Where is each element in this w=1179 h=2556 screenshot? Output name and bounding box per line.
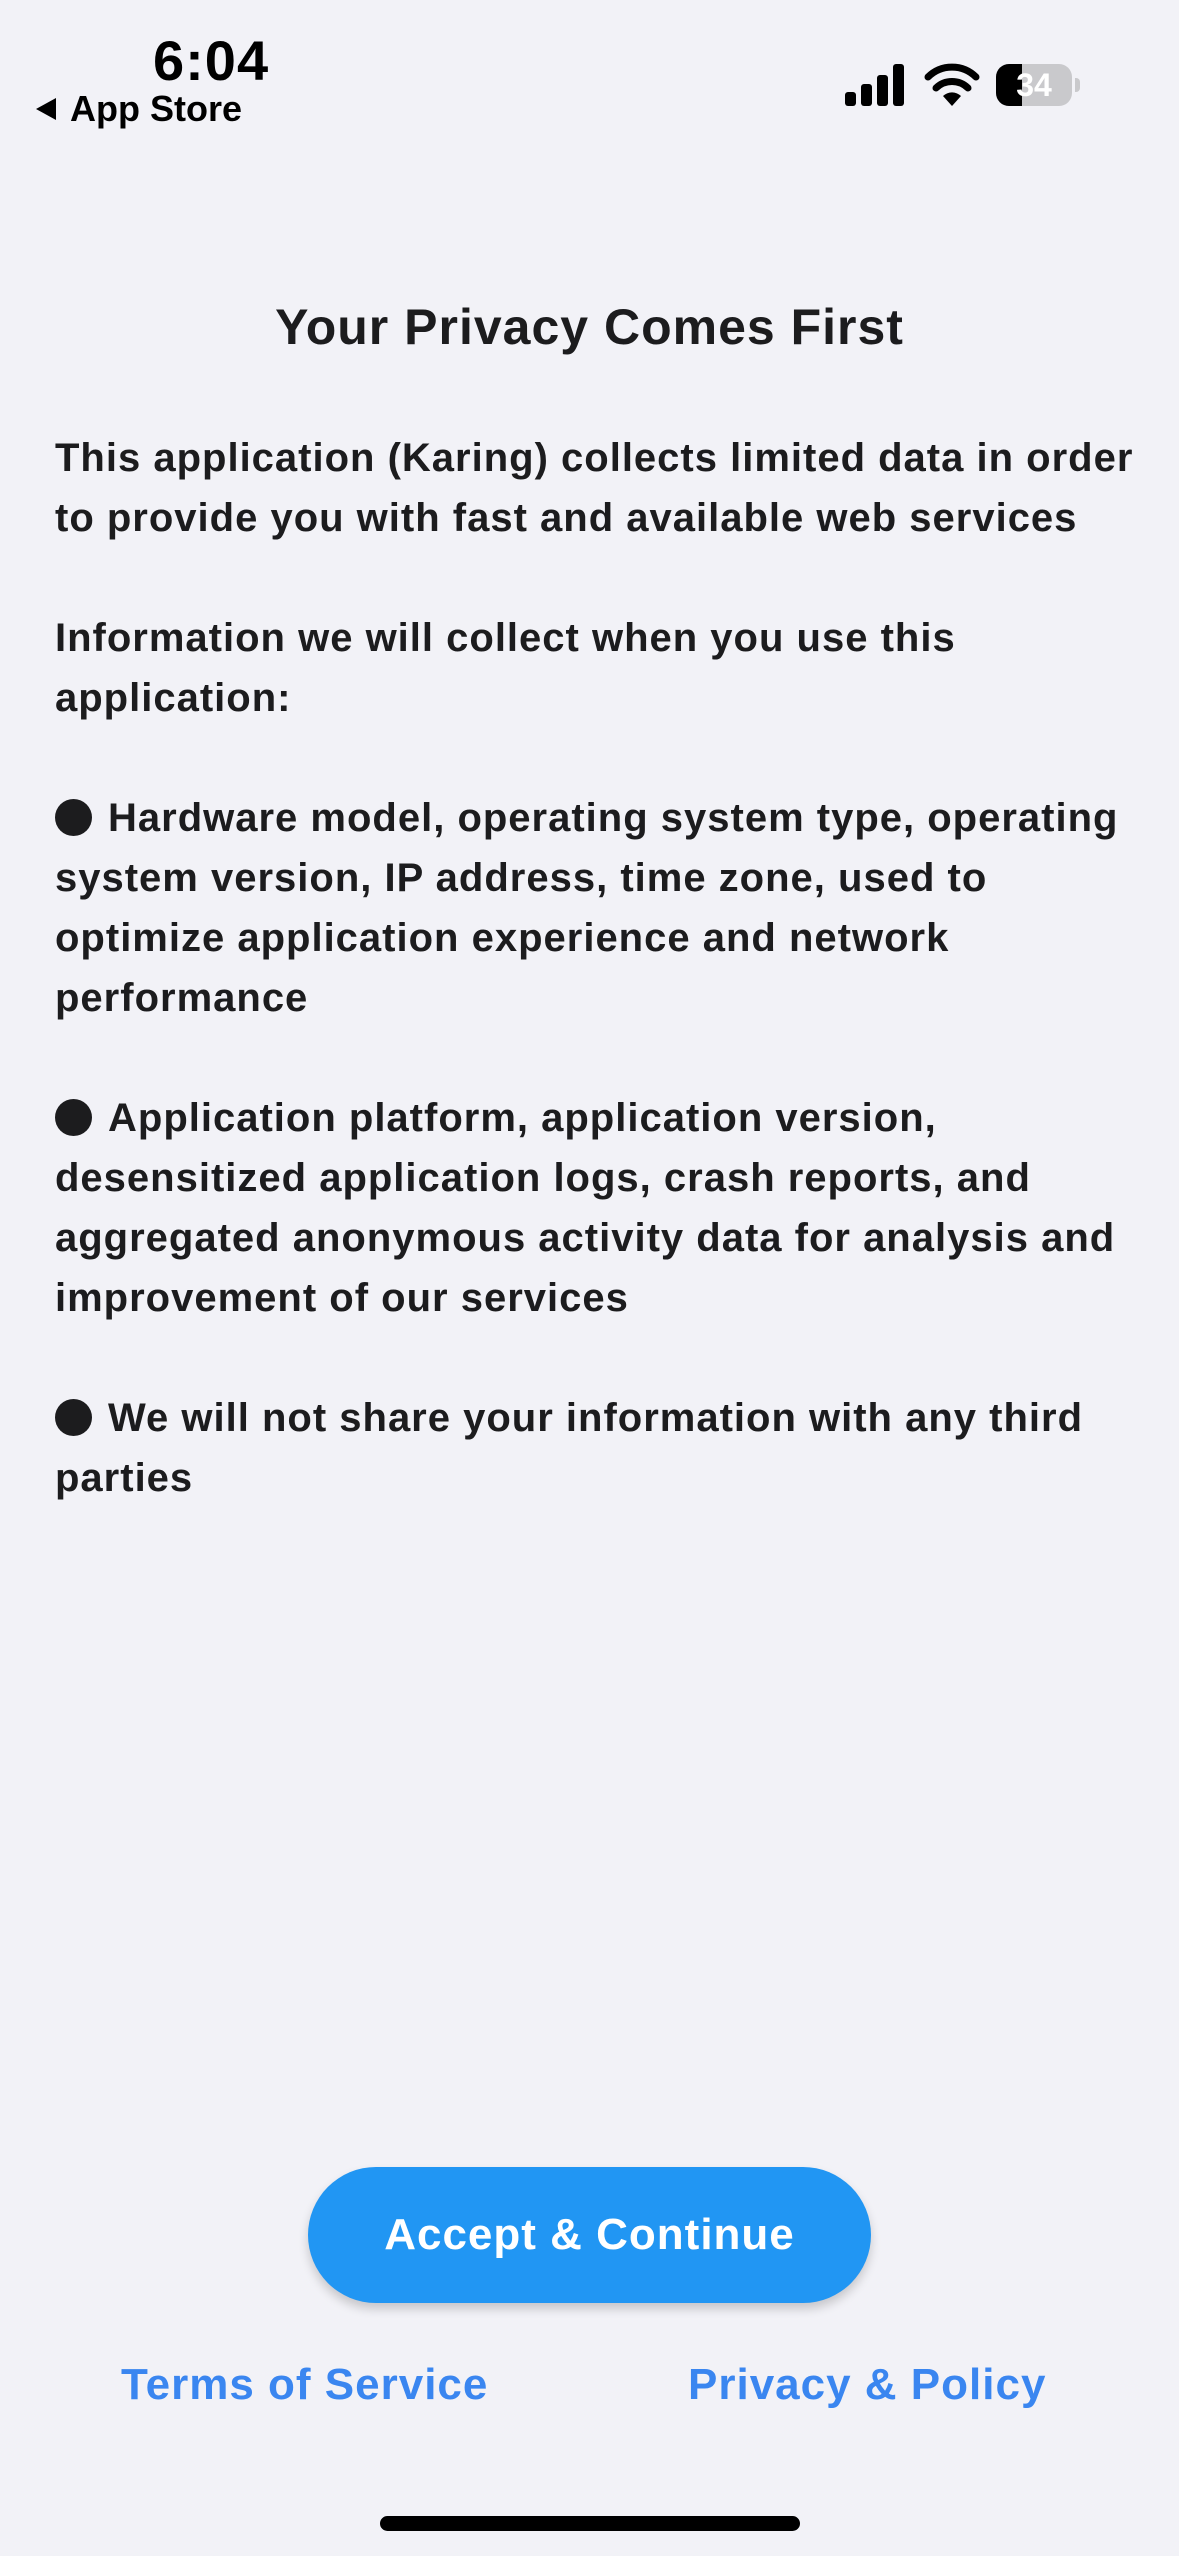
- bullet-item: We will not share your information with …: [55, 1388, 1145, 1508]
- bullet-icon: [55, 799, 92, 836]
- bullet-text: Application platform, application versio…: [55, 1096, 1116, 1320]
- back-to-app-store-link[interactable]: App Store: [36, 88, 242, 130]
- bullet-item: Hardware model, operating system type, o…: [55, 788, 1145, 1028]
- privacy-policy-link[interactable]: Privacy & Policy: [688, 2360, 1046, 2410]
- bullet-icon: [55, 1399, 92, 1436]
- page-title: Your Privacy Comes First: [275, 299, 904, 355]
- status-time: 6:04: [153, 29, 270, 92]
- bullet-icon: [55, 1099, 92, 1136]
- battery-icon: 34: [996, 64, 1080, 108]
- back-arrow-icon: [36, 98, 56, 120]
- signal-icon: [845, 64, 904, 106]
- privacy-content: This application (Karing) collects limit…: [55, 428, 1145, 1568]
- battery-level: 34: [1016, 67, 1052, 103]
- terms-of-service-link[interactable]: Terms of Service: [121, 2360, 488, 2410]
- bullet-item: Application platform, application versio…: [55, 1088, 1145, 1328]
- bullet-text: We will not share your information with …: [55, 1396, 1083, 1500]
- accept-continue-button[interactable]: Accept & Continue: [308, 2167, 871, 2303]
- home-indicator[interactable]: [380, 2516, 800, 2531]
- intro-paragraph: This application (Karing) collects limit…: [55, 436, 1134, 540]
- bullet-text: Hardware model, operating system type, o…: [55, 796, 1119, 1020]
- wifi-icon: [924, 63, 980, 106]
- back-link-label: App Store: [70, 88, 243, 129]
- collect-heading: Information we will collect when you use…: [55, 616, 956, 720]
